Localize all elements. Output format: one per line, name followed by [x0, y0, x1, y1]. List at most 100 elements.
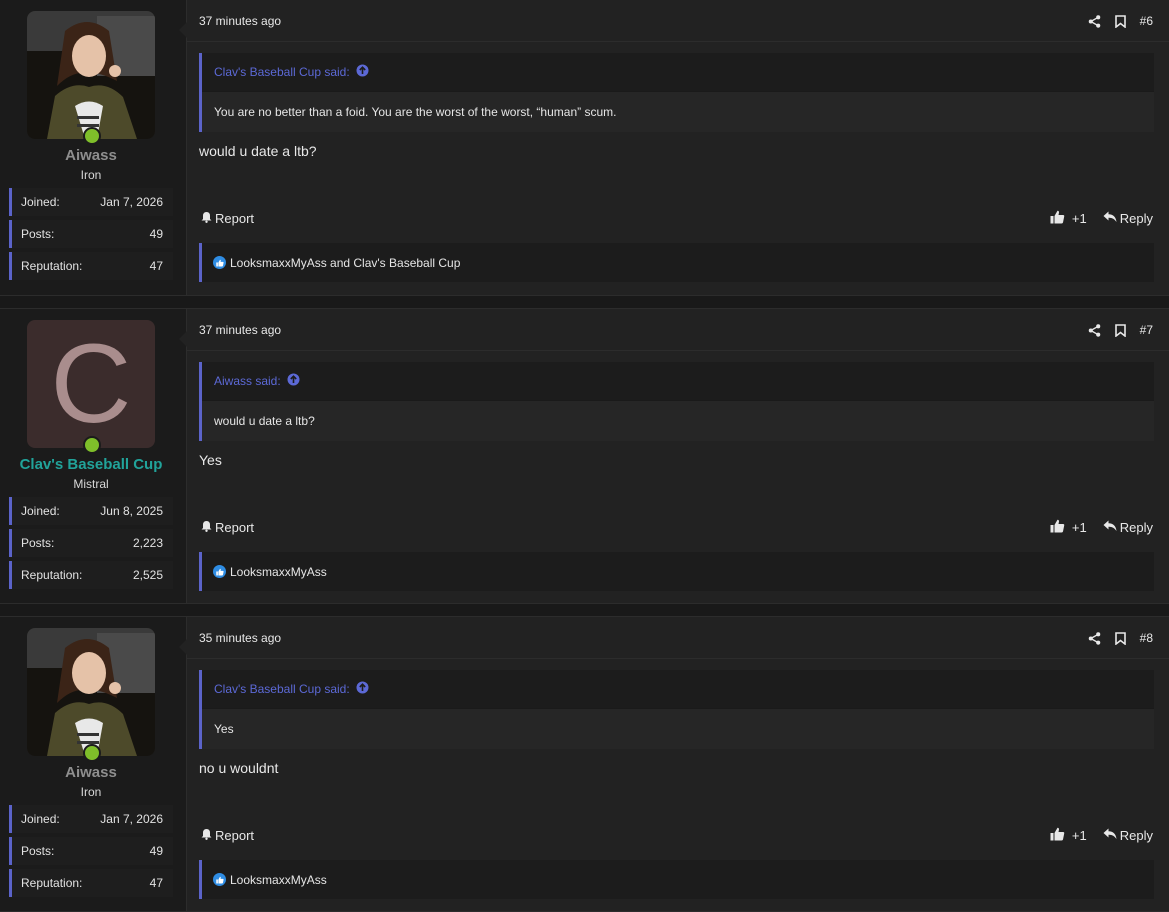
- stat-value: Jan 7, 2026: [100, 812, 163, 826]
- stat-value: 47: [149, 259, 163, 273]
- message-header: 37 minutes ago #7: [199, 320, 1153, 340]
- user-title: Iron: [80, 168, 102, 182]
- report-button[interactable]: Report: [201, 828, 254, 843]
- stat-value: 2,525: [132, 568, 163, 582]
- like-button[interactable]: +1: [1050, 210, 1087, 227]
- username[interactable]: Aiwass: [0, 147, 182, 164]
- stat-joined: Joined: Jan 7, 2026: [9, 188, 173, 216]
- stat-label: Joined:: [21, 812, 60, 826]
- quote-block: Aiwass said: would u date a ltb?: [199, 362, 1154, 441]
- like-badge-icon: [213, 565, 226, 578]
- report-label: Report: [215, 827, 255, 843]
- user-stats: Joined: Jan 7, 2026 Posts: 49 Reputation: 4…: [9, 188, 173, 284]
- thumbs-up-icon: [1050, 519, 1065, 536]
- like-count: +1: [1071, 827, 1087, 843]
- message-body: 37 minutes ago #7 Aiwass said: would u d…: [179, 309, 1169, 603]
- stat-label: Reputation:: [21, 259, 83, 273]
- stat-joined: Joined: Jun 8, 2025: [9, 497, 173, 525]
- divider: [187, 350, 1169, 351]
- user-stats: Joined: Jun 8, 2025 Posts: 2,223 Reputatio…: [9, 497, 173, 593]
- stat-reputation: Reputation: 47: [9, 252, 173, 280]
- post-timestamp[interactable]: 35 minutes ago: [199, 631, 281, 645]
- post-8: Aiwass Iron Joined: Jan 7, 2026 Posts: 49 …: [0, 616, 1169, 912]
- quote-author[interactable]: Aiwass said:: [214, 374, 281, 388]
- arrow-up-circle-icon[interactable]: [287, 373, 300, 389]
- bookmark-icon[interactable]: [1114, 14, 1126, 28]
- reply-icon: [1103, 520, 1117, 535]
- user-info: Aiwass Iron Joined: Jan 7, 2026 Posts: 49 …: [0, 617, 186, 911]
- stat-joined: Joined: Jan 7, 2026: [9, 805, 173, 833]
- likes-users[interactable]: LooksmaxxMyAss: [230, 873, 327, 887]
- post-number[interactable]: #7: [1140, 323, 1153, 337]
- reply-button[interactable]: Reply: [1103, 211, 1153, 226]
- report-button[interactable]: Report: [201, 211, 254, 226]
- username[interactable]: Clav's Baseball Cup: [0, 456, 182, 473]
- quote-text: You are no better than a foid. You are t…: [202, 92, 1154, 132]
- stat-value: 49: [149, 227, 163, 241]
- reply-button[interactable]: Reply: [1103, 520, 1153, 535]
- user-title: Iron: [80, 785, 102, 799]
- message-text: would u date a ltb?: [199, 143, 317, 159]
- report-button[interactable]: Report: [201, 520, 254, 535]
- message-body: 37 minutes ago #6 Clav's Baseball Cup sa…: [179, 0, 1169, 295]
- reply-label: Reply: [1119, 519, 1153, 535]
- quote-author[interactable]: Clav's Baseball Cup said:: [214, 682, 350, 696]
- share-icon[interactable]: [1088, 323, 1101, 337]
- stat-posts: Posts: 49: [9, 220, 173, 248]
- post-timestamp[interactable]: 37 minutes ago: [199, 14, 281, 28]
- likes-users[interactable]: LooksmaxxMyAss: [230, 565, 327, 579]
- reply-label: Reply: [1119, 827, 1153, 843]
- username[interactable]: Aiwass: [0, 764, 182, 781]
- quote-author[interactable]: Clav's Baseball Cup said:: [214, 65, 350, 79]
- stat-label: Posts:: [21, 227, 55, 241]
- likes-bar[interactable]: LooksmaxxMyAss and Clav's Baseball Cup: [199, 243, 1154, 282]
- divider: [187, 658, 1169, 659]
- online-status-dot: [83, 436, 101, 454]
- post-7: C Clav's Baseball Cup Mistral Joined: Jun…: [0, 308, 1169, 604]
- like-button[interactable]: +1: [1050, 827, 1087, 844]
- like-button[interactable]: +1: [1050, 519, 1087, 536]
- quote-block: Clav's Baseball Cup said: Yes: [199, 670, 1154, 749]
- bell-icon: [201, 520, 212, 535]
- message-text: Yes: [199, 452, 222, 468]
- bell-icon: [201, 828, 212, 843]
- user-stats: Joined: Jan 7, 2026 Posts: 49 Reputation: 4…: [9, 805, 173, 901]
- like-badge-icon: [213, 873, 226, 886]
- avatar[interactable]: [27, 628, 155, 756]
- likes-bar[interactable]: LooksmaxxMyAss: [199, 552, 1154, 591]
- post-timestamp[interactable]: 37 minutes ago: [199, 323, 281, 337]
- quote-header[interactable]: Clav's Baseball Cup said:: [202, 53, 1154, 92]
- arrow-up-circle-icon[interactable]: [356, 681, 369, 697]
- likes-bar[interactable]: LooksmaxxMyAss: [199, 860, 1154, 899]
- stat-posts: Posts: 49: [9, 837, 173, 865]
- share-icon[interactable]: [1088, 14, 1101, 28]
- stat-label: Posts:: [21, 844, 55, 858]
- likes-users[interactable]: LooksmaxxMyAss and Clav's Baseball Cup: [230, 256, 460, 270]
- report-label: Report: [215, 210, 255, 226]
- avatar[interactable]: [27, 11, 155, 139]
- share-icon[interactable]: [1088, 631, 1101, 645]
- message-text: no u wouldnt: [199, 760, 279, 776]
- post-number[interactable]: #6: [1140, 14, 1153, 28]
- quote-header[interactable]: Clav's Baseball Cup said:: [202, 670, 1154, 709]
- arrow-up-circle-icon[interactable]: [356, 64, 369, 80]
- stat-label: Joined:: [21, 504, 60, 518]
- reply-button[interactable]: Reply: [1103, 828, 1153, 843]
- quote-header[interactable]: Aiwass said:: [202, 362, 1154, 401]
- message-actions: Report +1 Reply: [201, 209, 1153, 227]
- report-label: Report: [215, 519, 255, 535]
- stat-label: Reputation:: [21, 568, 83, 582]
- like-count: +1: [1071, 210, 1087, 226]
- message-actions: Report +1 Reply: [201, 518, 1153, 536]
- message-header: 37 minutes ago #6: [199, 11, 1153, 31]
- bookmark-icon[interactable]: [1114, 323, 1126, 337]
- post-number[interactable]: #8: [1140, 631, 1153, 645]
- avatar[interactable]: C: [27, 320, 155, 448]
- stat-reputation: Reputation: 47: [9, 869, 173, 897]
- reply-icon: [1103, 211, 1117, 226]
- online-status-dot: [83, 744, 101, 762]
- thumbs-up-icon: [1050, 210, 1065, 227]
- message-header: 35 minutes ago #8: [199, 628, 1153, 648]
- bookmark-icon[interactable]: [1114, 631, 1126, 645]
- reply-icon: [1103, 828, 1117, 843]
